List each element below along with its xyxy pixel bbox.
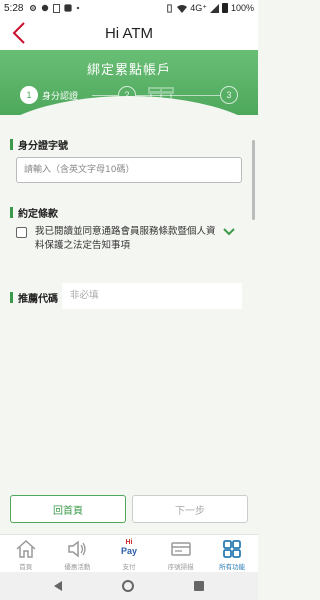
terms-checkbox[interactable] xyxy=(16,227,27,238)
hipay-logo-pay: Pay xyxy=(120,546,137,556)
referral-code-input[interactable]: 非必填 xyxy=(62,283,242,309)
wifi-icon xyxy=(177,4,188,13)
line-app-icon xyxy=(64,4,73,12)
battery-level: 100% xyxy=(230,3,254,13)
id-section-title: 身分證字號 xyxy=(10,137,68,152)
referral-row: 推薦代碼 非必填 xyxy=(10,283,242,309)
tab-home-label: 首頁 xyxy=(19,563,33,571)
tab-pay-label: 支付 xyxy=(122,563,136,571)
referral-label: 推薦代碼 xyxy=(10,290,58,305)
referral-placeholder: 非必填 xyxy=(70,290,99,301)
tab-serial-scan-label: 序號掃描 xyxy=(167,563,194,571)
id-number-placeholder: 請輸入（含英文字母10碼） xyxy=(24,165,135,175)
tab-pay[interactable]: Hi Pay 支付 xyxy=(103,535,155,572)
banner-title: 綁定累點帳戶 xyxy=(86,63,171,78)
status-bar: 5:28 4G⁺ 100% xyxy=(0,0,258,16)
signal-icon xyxy=(209,3,219,13)
tab-serial-scan[interactable]: 序號掃描 xyxy=(155,535,207,572)
grid-icon xyxy=(223,540,242,558)
step-banner: 綁定累點帳戶 1 身分認證 2 3 xyxy=(0,50,258,115)
terms-section-title: 約定條款 xyxy=(10,205,58,220)
notification-icons xyxy=(29,3,80,13)
bottom-tab-bar: 首頁 優惠活動 Hi Pay 支付 序號掃描 所有功能 xyxy=(0,534,258,572)
terms-section-label: 約定條款 xyxy=(18,209,58,220)
chevron-left-icon xyxy=(12,22,25,44)
speaker-icon xyxy=(68,540,87,558)
chevron-down-icon[interactable] xyxy=(223,227,235,237)
nav-recent-apps-icon[interactable] xyxy=(194,581,204,591)
tab-promotions[interactable]: 優惠活動 xyxy=(52,535,104,572)
step-1-indicator: 1 xyxy=(20,86,38,104)
id-section-label: 身分證字號 xyxy=(18,141,68,152)
terms-agree-text[interactable]: 我已閱讀並同意通路會員服務條款暨個人資料保護之法定告知事項 xyxy=(35,225,219,253)
section-marker xyxy=(10,139,13,150)
card-icon xyxy=(170,542,191,556)
section-marker xyxy=(10,292,13,303)
tab-all-features-label: 所有功能 xyxy=(219,563,246,571)
tab-all-features[interactable]: 所有功能 xyxy=(206,535,258,572)
battery-icon xyxy=(221,3,228,13)
hipay-logo: Hi Pay xyxy=(121,539,137,559)
next-button[interactable]: 下一步 xyxy=(132,495,248,523)
nav-back-icon[interactable] xyxy=(54,581,62,591)
network-type: 4G⁺ xyxy=(190,2,207,13)
tab-home[interactable]: 首頁 xyxy=(0,535,52,572)
app-header: Hi ATM xyxy=(0,16,258,50)
home-button[interactable]: 回首頁 xyxy=(10,495,126,523)
status-time: 5:28 xyxy=(4,2,24,14)
step-3-indicator: 3 xyxy=(220,86,238,104)
id-number-input[interactable]: 請輸入（含英文字母10碼） xyxy=(16,157,242,183)
system-nav-bar xyxy=(0,572,258,600)
messenger-icon xyxy=(42,4,49,12)
back-button[interactable] xyxy=(8,21,30,45)
sim-icon xyxy=(53,3,61,13)
page-title: Hi ATM xyxy=(104,24,154,42)
referral-label-text: 推薦代碼 xyxy=(18,294,58,305)
scrollbar[interactable] xyxy=(252,140,255,220)
home-icon xyxy=(16,539,36,558)
section-marker xyxy=(10,207,13,218)
status-right: 4G⁺ 100% xyxy=(165,3,254,14)
nav-home-icon[interactable] xyxy=(122,580,134,592)
dot-icon xyxy=(77,6,80,10)
tab-promotions-label: 優惠活動 xyxy=(64,563,91,571)
terms-agree-row: 我已閱讀並同意通路會員服務條款暨個人資料保護之法定告知事項 xyxy=(16,225,246,253)
vibrate-icon xyxy=(167,3,172,13)
gear-icon xyxy=(30,4,37,12)
